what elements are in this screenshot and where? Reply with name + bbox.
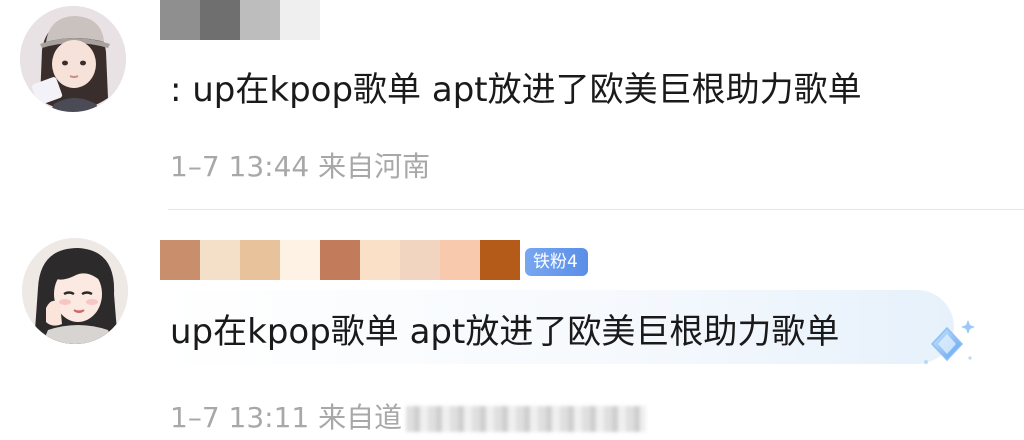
mosaic-block [160,0,200,40]
comment-time: 1–7 13:44 [170,150,310,183]
mosaic-block [200,0,240,40]
username-mosaic[interactable] [160,240,520,280]
avatar[interactable] [20,6,126,112]
avatar-girl-illustration-image [22,238,128,344]
mosaic-block [400,240,440,280]
mosaic-block [200,240,240,280]
mosaic-block [480,240,520,280]
mosaic-block [440,240,480,280]
comment-meta: 1–7 13:44 来自河南 [170,145,430,185]
comment-text: up在kpop歌单 apt放进了欧美巨根助力歌单 [170,312,840,352]
avatar[interactable] [22,238,128,344]
comment-meta: 1–7 13:11 来自道 [170,396,647,436]
comment-item: 铁粉4 up在kpop歌单 apt放进了欧美巨根助力歌单 1–7 13:11 来… [0,210,1024,440]
mosaic-block [320,240,360,280]
mosaic-block [280,240,320,280]
fan-level-badge: 铁粉4 [525,248,588,276]
comment-location: 来自河南 [318,150,431,183]
mosaic-block [360,240,400,280]
comment-text: : up在kpop歌单 apt放进了欧美巨根助力歌单 [170,70,862,110]
username-mosaic[interactable] [160,0,320,40]
diamond-sparkle-icon [924,320,975,364]
mosaic-block [240,0,280,40]
comment-time: 1–7 13:11 [170,401,310,434]
mosaic-block [280,0,320,40]
location-blur [406,406,647,432]
comment-item: : up在kpop歌单 apt放进了欧美巨根助力歌单 1–7 13:44 来自河… [0,0,1024,210]
mosaic-block [240,240,280,280]
avatar-girl-cap-image [20,6,126,112]
comment-location: 来自道 [318,401,403,434]
mosaic-block [160,240,200,280]
